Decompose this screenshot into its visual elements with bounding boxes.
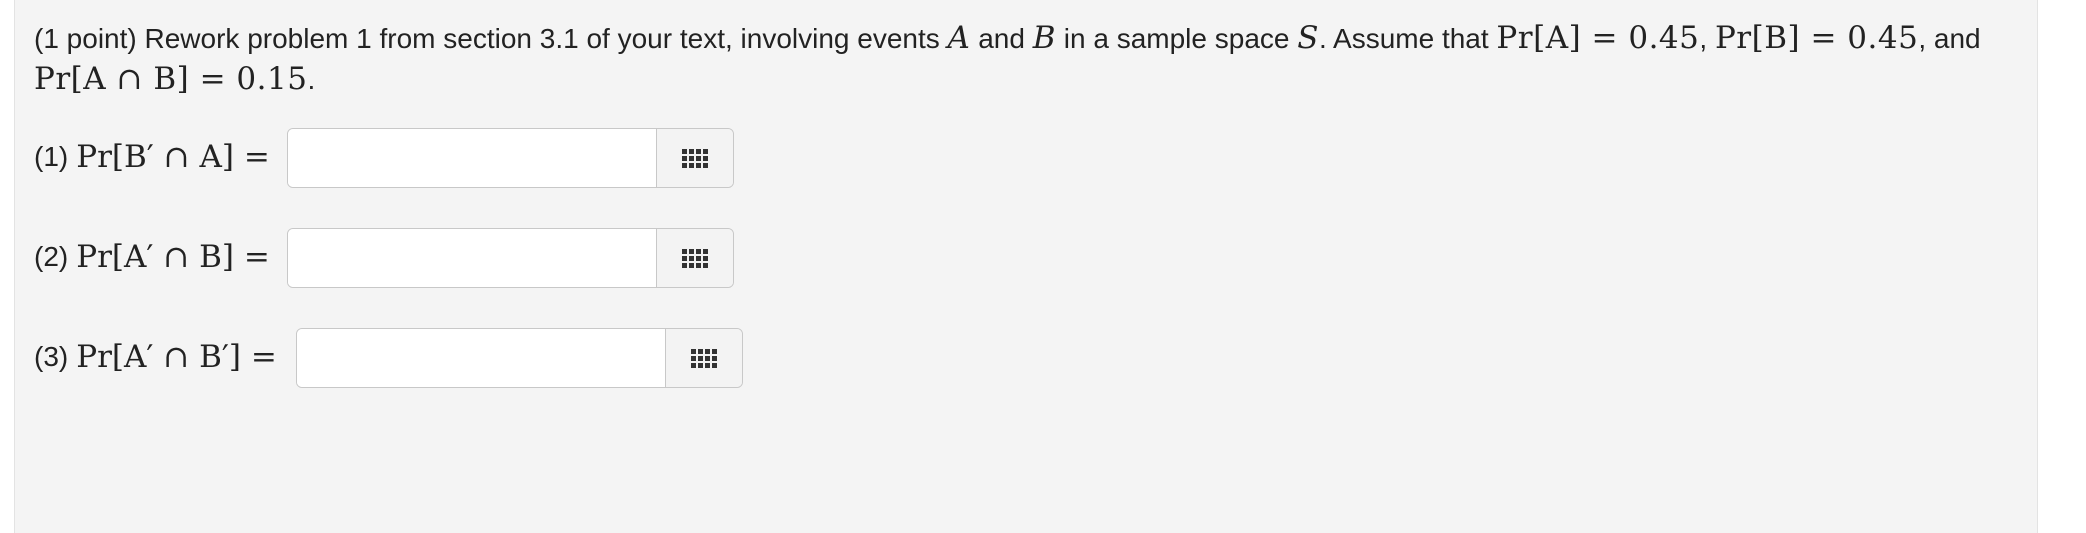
statement-text-1: Rework problem 1 from section 3.1 of you… xyxy=(144,23,940,54)
pr-a-intersect-b-expression: Pr[A ∩ B] = 0.15 xyxy=(34,61,308,97)
statement-text-3: . Assume that xyxy=(1319,23,1489,54)
question-number: (3) xyxy=(34,341,69,372)
answer-input-2[interactable] xyxy=(288,229,656,287)
comma-1: , xyxy=(1699,23,1708,54)
problem-panel: (1 point) Rework problem 1 from section … xyxy=(14,0,2038,533)
question-row-1: (1) Pr[B′ ∩ A] = xyxy=(34,128,282,186)
equation-editor-grid-icon xyxy=(682,248,708,268)
answer-input-1[interactable] xyxy=(288,129,656,187)
question-row-2: (2) Pr[A′ ∩ B] = xyxy=(34,228,282,286)
event-b: B xyxy=(1032,20,1056,56)
statement-text-2: in a sample space xyxy=(1063,23,1290,54)
question-expression: Pr[A′ ∩ B] = xyxy=(76,239,270,275)
equation-editor-button-3[interactable] xyxy=(665,329,742,387)
problem-statement: (1 point) Rework problem 1 from section … xyxy=(34,18,2024,100)
question-number: (1) xyxy=(34,141,69,172)
and-word-1: and xyxy=(978,23,1025,54)
equation-editor-button-1[interactable] xyxy=(656,129,733,187)
and-word-2: , and xyxy=(1918,23,1981,54)
pr-b-expression: Pr[B] = 0.45 xyxy=(1714,20,1919,56)
pr-a-expression: Pr[A] = 0.45 xyxy=(1496,20,1700,56)
answer-group-1 xyxy=(287,128,734,188)
question-number: (2) xyxy=(34,241,69,272)
answer-group-3 xyxy=(296,328,743,388)
answer-group-2 xyxy=(287,228,734,288)
answer-input-3[interactable] xyxy=(297,329,665,387)
question-row-3: (3) Pr[A′ ∩ B′] = xyxy=(34,328,289,386)
points-label: (1 point) xyxy=(34,23,137,54)
equation-editor-button-2[interactable] xyxy=(656,229,733,287)
sample-space-s: S xyxy=(1297,20,1319,56)
question-expression: Pr[B′ ∩ A] = xyxy=(76,139,270,175)
equation-editor-grid-icon xyxy=(691,348,717,368)
equation-editor-grid-icon xyxy=(682,148,708,168)
question-expression: Pr[A′ ∩ B′] = xyxy=(76,339,277,375)
event-a: A xyxy=(947,20,971,56)
period: . xyxy=(307,64,316,95)
